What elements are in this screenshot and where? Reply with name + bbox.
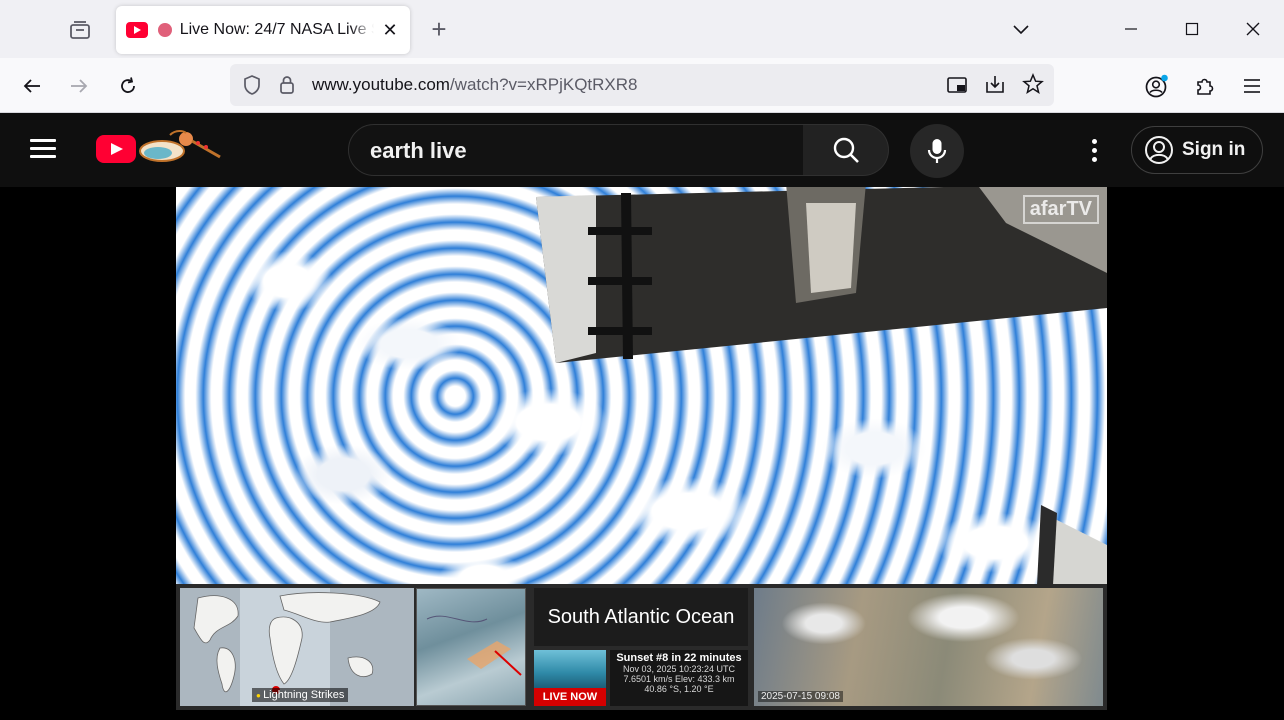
address-bar[interactable]: www.youtube.com/watch?v=xRPjKQtRXR8 [230, 64, 1054, 106]
guide-menu-button[interactable] [30, 135, 66, 165]
live-now-badge: LIVE NOW [534, 688, 606, 706]
reload-icon [121, 77, 135, 93]
lock-icon[interactable] [278, 74, 296, 96]
forward-arrow-icon [71, 79, 88, 93]
puzzle-piece-icon [1197, 78, 1214, 95]
hamburger-menu-icon [1244, 79, 1260, 93]
recording-indicator-icon [157, 23, 172, 37]
youtube-doodle-icon[interactable] [136, 127, 224, 167]
save-to-pocket-icon[interactable] [984, 73, 1006, 95]
voice-search-button[interactable] [910, 124, 964, 178]
url-text[interactable]: www.youtube.com/watch?v=xRPjKQtRXR8 [312, 75, 638, 95]
list-all-tabs-button[interactable] [1006, 14, 1036, 44]
user-circle-icon [1145, 136, 1173, 164]
channel-watermark: afarTV [1022, 195, 1099, 224]
new-tab-button[interactable]: + [424, 14, 454, 44]
account-button[interactable] [1141, 70, 1173, 102]
dot-icon [1091, 147, 1097, 153]
search-button[interactable] [803, 124, 889, 176]
video-frame[interactable]: afarTV Lightning Strikes [176, 187, 1107, 710]
weather-radar-panel [416, 588, 526, 706]
coordinates: 40.86 °S, 1.20 °E [644, 684, 714, 694]
minimize-icon [1125, 28, 1137, 30]
browser-tab-active[interactable]: Live Now: 24/7 NASA Live Stream ✕ [116, 6, 410, 54]
space-station-module-image [536, 187, 1107, 363]
location-name: South Atlantic Ocean [547, 605, 735, 628]
close-window-button[interactable] [1238, 14, 1268, 44]
url-host: www.youtube.com [312, 75, 450, 94]
browser-tab-strip: Live Now: 24/7 NASA Live Stream ✕ + [0, 0, 1284, 58]
stream-info-overlay: Lightning Strikes South Atlantic Ocean L… [176, 584, 1107, 710]
satellite-date: 2025-07-15 09:08 [758, 691, 843, 702]
chevron-down-icon [1013, 25, 1029, 35]
app-menu-button[interactable] [1236, 70, 1268, 102]
dot-icon [1091, 138, 1097, 144]
extensions-button[interactable] [1189, 70, 1221, 102]
menu-bar-icon [30, 155, 56, 158]
world-map-panel: Lightning Strikes [180, 588, 414, 706]
reload-button[interactable] [112, 70, 144, 102]
maximize-button[interactable] [1177, 14, 1207, 44]
satellite-image-panel: 2025-07-15 09:08 [754, 588, 1103, 706]
sign-in-label: Sign in [1182, 139, 1246, 160]
dot-icon [1091, 156, 1097, 162]
account-avatar-icon [1145, 74, 1168, 98]
tab-title: Live Now: 24/7 NASA Live Stream [179, 21, 374, 38]
robotic-arm-image [1037, 505, 1107, 585]
url-path: /watch?v=xRPjKQtRXR8 [449, 75, 638, 94]
search-query-text: earth live [370, 138, 467, 163]
picture-in-picture-icon[interactable] [946, 74, 968, 96]
youtube-logo-icon[interactable] [96, 135, 136, 163]
tab-overview-button[interactable] [64, 14, 96, 46]
search-icon [833, 137, 859, 163]
orbit-info-panel: Sunset #8 in 22 minutes Nov 03, 2025 10:… [610, 650, 748, 706]
utc-datetime: Nov 03, 2025 10:23:24 UTC [622, 664, 736, 674]
settings-more-button[interactable] [1078, 133, 1110, 167]
speed-elevation: 7.6501 km/s Elev: 433.3 km [623, 674, 735, 684]
lightning-strikes-label: Lightning Strikes [252, 688, 349, 702]
menu-bar-icon [30, 139, 56, 142]
search-input[interactable]: earth live [348, 124, 804, 176]
menu-bar-icon [30, 147, 56, 150]
bookmark-star-icon[interactable] [1022, 73, 1044, 95]
location-panel: South Atlantic Ocean [534, 588, 748, 646]
minimize-button[interactable] [1116, 14, 1146, 44]
tab-overview-icon [70, 21, 90, 39]
close-icon [1246, 22, 1260, 36]
back-button[interactable] [16, 70, 48, 102]
close-tab-icon[interactable]: ✕ [380, 20, 400, 41]
sunset-countdown: Sunset #8 in 22 minutes [616, 652, 742, 664]
sign-in-button[interactable]: Sign in [1131, 126, 1263, 174]
sea-thumbnail [534, 650, 606, 688]
youtube-masthead: earth live Sign in [0, 113, 1284, 187]
radar-image [426, 615, 522, 676]
forward-button[interactable] [63, 70, 95, 102]
video-player: afarTV Lightning Strikes [0, 187, 1284, 720]
back-arrow-icon [23, 79, 40, 93]
maximize-icon [1185, 22, 1199, 36]
tracking-protection-shield-icon[interactable] [242, 74, 262, 96]
browser-nav-bar: www.youtube.com/watch?v=xRPjKQtRXR8 [0, 58, 1284, 113]
microphone-icon [927, 139, 947, 163]
youtube-favicon-icon [126, 22, 148, 38]
